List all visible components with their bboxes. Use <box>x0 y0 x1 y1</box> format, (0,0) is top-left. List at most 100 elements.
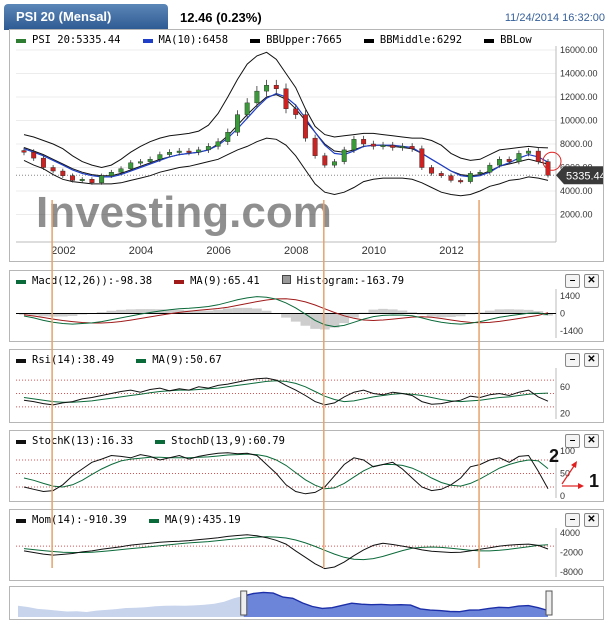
candle-body <box>497 159 502 166</box>
histogram-bar <box>135 309 146 314</box>
candle-body <box>157 154 163 160</box>
y-tick-label: -2000 <box>560 548 583 558</box>
price-panel: PSI 20:5335.44 MA(10):6458 BBUpper:7665 BBM… <box>9 29 604 262</box>
y-tick-label: 2000.00 <box>560 210 593 220</box>
x-tick-label: 2012 <box>439 245 463 257</box>
candle-body <box>147 159 153 162</box>
chart-title: PSI 20 (Mensal) <box>16 9 112 24</box>
candle-body <box>137 161 143 164</box>
candle-body <box>526 150 532 154</box>
x-tick-label: 2008 <box>284 245 308 257</box>
candle-body <box>322 155 328 166</box>
current-price-label: 5335.44 <box>566 170 603 182</box>
candle-body <box>361 139 367 145</box>
candle-body <box>487 164 493 173</box>
candle-body <box>312 137 318 156</box>
x-tick-label: 2010 <box>362 245 386 257</box>
navigator-handle-right <box>545 590 553 616</box>
y-tick-label: 4000.00 <box>560 186 593 196</box>
candle-body <box>128 162 134 169</box>
y-tick-label: -1400 <box>560 326 583 336</box>
candle-body <box>186 150 192 153</box>
y-tick-label: 0 <box>560 491 565 501</box>
histogram-bar <box>222 308 233 314</box>
y-tick-label: 10000.00 <box>560 116 598 126</box>
candle-body <box>419 148 425 168</box>
histogram-bar <box>242 307 253 314</box>
y-tick-label: 0 <box>560 309 565 319</box>
timestamp: 11/24/2014 16:32:00 <box>504 12 605 24</box>
chart-title-tab[interactable]: PSI 20 (Mensal) <box>4 4 168 30</box>
candle-body <box>429 167 435 174</box>
histogram-bar <box>494 309 505 314</box>
candle-body <box>205 146 211 151</box>
macd-chart: -1400 0 1400 <box>16 289 583 338</box>
candle-body <box>31 152 37 159</box>
candle-body <box>370 143 376 147</box>
histogram-bar <box>319 313 330 330</box>
x-tick-label: 2006 <box>206 245 230 257</box>
candle-body <box>458 180 464 183</box>
y-tick-label: 1400 <box>560 291 580 301</box>
y-tick-label: 8000.00 <box>560 139 593 149</box>
rsi-chart: 2060 <box>16 368 570 419</box>
y-tick-label: 60 <box>560 382 570 392</box>
histogram-bar <box>116 309 126 314</box>
candle-body <box>293 108 299 115</box>
candle-body <box>467 173 473 182</box>
y-tick-label: 50 <box>560 469 570 479</box>
histogram-bar <box>387 309 398 314</box>
rsi-panel: Rsi(14):38.49 MA(9):50.67 – ✕ 20 60 <box>9 349 604 423</box>
price-chart: Investing.com2000.004000.006000.008000.0… <box>16 45 603 257</box>
chart-window: { "header": { "title": "PSI 20 (Mensal)"… <box>0 0 613 627</box>
candle-body <box>79 179 85 181</box>
histogram-bar <box>514 309 524 314</box>
candle-body <box>235 114 240 133</box>
histogram-bar <box>349 313 359 318</box>
candle-body <box>176 150 182 153</box>
navigator-chart <box>18 590 553 617</box>
navigator-handle-left <box>240 590 248 616</box>
histogram-bar <box>378 308 388 314</box>
watermark: Investing.com <box>36 188 332 237</box>
mom-ma-line <box>23 536 549 561</box>
candle-body <box>21 150 27 153</box>
candle-body <box>254 90 260 104</box>
candle-body <box>390 144 396 148</box>
histogram-bar <box>213 309 223 314</box>
candle-body <box>448 175 454 181</box>
histogram-bar <box>368 309 379 314</box>
candle-body <box>89 179 95 183</box>
candle-body <box>399 146 405 149</box>
last-price: 12.46 (0.23%) <box>180 10 262 25</box>
y-tick-label: 12000.00 <box>560 92 598 102</box>
candle-body <box>118 168 124 173</box>
histogram-bar <box>232 307 243 314</box>
x-tick-label: 2004 <box>129 245 153 257</box>
candle-body <box>332 161 337 166</box>
range-navigator[interactable] <box>9 586 604 620</box>
histogram-bar <box>252 308 262 314</box>
candle-body <box>40 157 46 168</box>
mom-panel: Mom(14):-910.39 MA(9):435.19 – ✕ -8000 -200… <box>9 509 604 581</box>
stoch-chart: 0 50 100 <box>16 446 575 501</box>
candle-body <box>506 159 512 162</box>
annotation-label-1: 1 <box>589 471 600 491</box>
candle-body <box>108 171 114 176</box>
y-tick-label: 16000.00 <box>560 45 598 55</box>
candle-body <box>70 175 75 181</box>
mom-chart: -8000 -2000 4000 <box>16 528 583 577</box>
candle-body <box>477 171 483 174</box>
candle-body <box>99 175 105 183</box>
stoch-panel: StochK(13):16.33 StochD(13,9):60.79 – ✕ 05… <box>9 430 604 502</box>
rsi-ma-line <box>23 380 549 403</box>
histogram-bar <box>504 309 515 314</box>
candle-body <box>516 153 522 162</box>
candle-body <box>215 141 221 147</box>
candle-body <box>50 167 56 172</box>
candle-body <box>264 85 270 92</box>
y-tick-label: 20 <box>560 409 570 419</box>
y-tick-label: 100 <box>560 446 575 456</box>
macd-panel: Macd(12,26)):-98.38 MA(9):65.41 Histogram:… <box>9 270 604 342</box>
candle-body <box>196 149 202 153</box>
